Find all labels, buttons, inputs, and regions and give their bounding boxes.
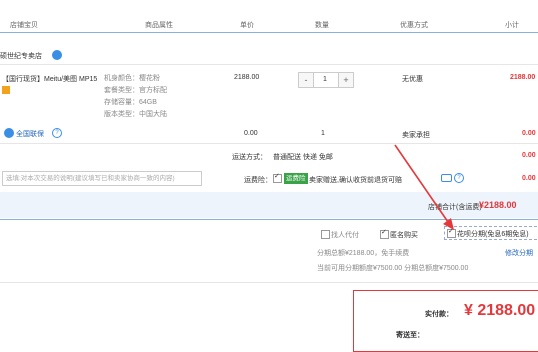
shipping-value[interactable]: 普通配送 快递 免邮 [273, 152, 333, 162]
product-title[interactable]: 【国行现货】Meitu/美图 MP15 [2, 74, 97, 84]
service-name[interactable]: 全国联保 [16, 129, 44, 139]
insurance-badge: 运费险 [284, 173, 308, 184]
insurance-label: 运费险： [244, 177, 272, 184]
service-qty: 1 [321, 130, 325, 137]
product-attr: 套餐类型：官方标配 [104, 87, 167, 94]
product-badge-icon [2, 86, 10, 94]
proxy-pay-label: 找人代付 [331, 232, 359, 239]
product-price: 2188.00 [234, 74, 260, 81]
col-qty: 数量 [315, 22, 329, 29]
payment-label: 实付款： [425, 311, 453, 318]
installment-link[interactable]: 修改分期 [505, 248, 533, 258]
product-attr: 存储容量：64GB [104, 99, 157, 106]
product-attr: 机身颜色：樱花粉 [104, 75, 160, 82]
shop-divider [0, 64, 538, 65]
installment-line2: 当前可用分期额度¥7500.00 分期总额度¥7500.00 [317, 265, 469, 272]
product-subtotal: 2188.00 [510, 74, 536, 81]
col-attr: 商品属性 [145, 22, 173, 29]
service-subtotal: 0.00 [522, 130, 536, 137]
wangwang-icon[interactable] [52, 50, 62, 60]
payment-amount: ¥ 2188.00 [464, 302, 536, 319]
insurance-amount: 0.00 [522, 175, 536, 182]
help-icon[interactable]: ? [52, 128, 62, 138]
qty-plus-button[interactable]: + [338, 72, 354, 88]
quantity-input[interactable]: 1 [312, 72, 338, 88]
col-price: 单价 [240, 22, 254, 29]
header-divider [0, 32, 538, 33]
service-price: 0.00 [244, 130, 258, 137]
address-label: 寄送至： [396, 332, 424, 339]
summary-amount: ¥2188.00 [479, 200, 517, 210]
product-attr: 版本类型：中国大陆 [104, 111, 167, 118]
insurance-checkbox[interactable] [273, 172, 282, 183]
warranty-icon [4, 128, 14, 138]
product-promo: 无优惠 [402, 76, 423, 83]
col-promo: 优惠方式 [400, 22, 428, 29]
message-input[interactable]: 选填:对本次交易的说明(建议填写已和卖家协商一致的内容) [2, 171, 202, 186]
shipping-amount: 0.00 [522, 152, 536, 159]
col-shop: 店铺宝贝 [10, 22, 38, 29]
service-promo: 卖家承担 [402, 132, 430, 139]
shop-name[interactable]: 硕世纪专卖店 [0, 51, 42, 61]
payment-box [353, 290, 538, 352]
annotation-arrow [394, 144, 454, 230]
installment-line1: 分期总额¥2188.00，免手续费 [317, 250, 410, 257]
shipping-label: 运送方式： [232, 154, 267, 161]
col-subtotal: 小计 [505, 22, 519, 29]
proxy-pay-checkbox[interactable] [321, 230, 330, 239]
huabei-label[interactable]: 花呗分期(免息6期免息) [457, 229, 529, 239]
installment-divider [0, 282, 538, 283]
